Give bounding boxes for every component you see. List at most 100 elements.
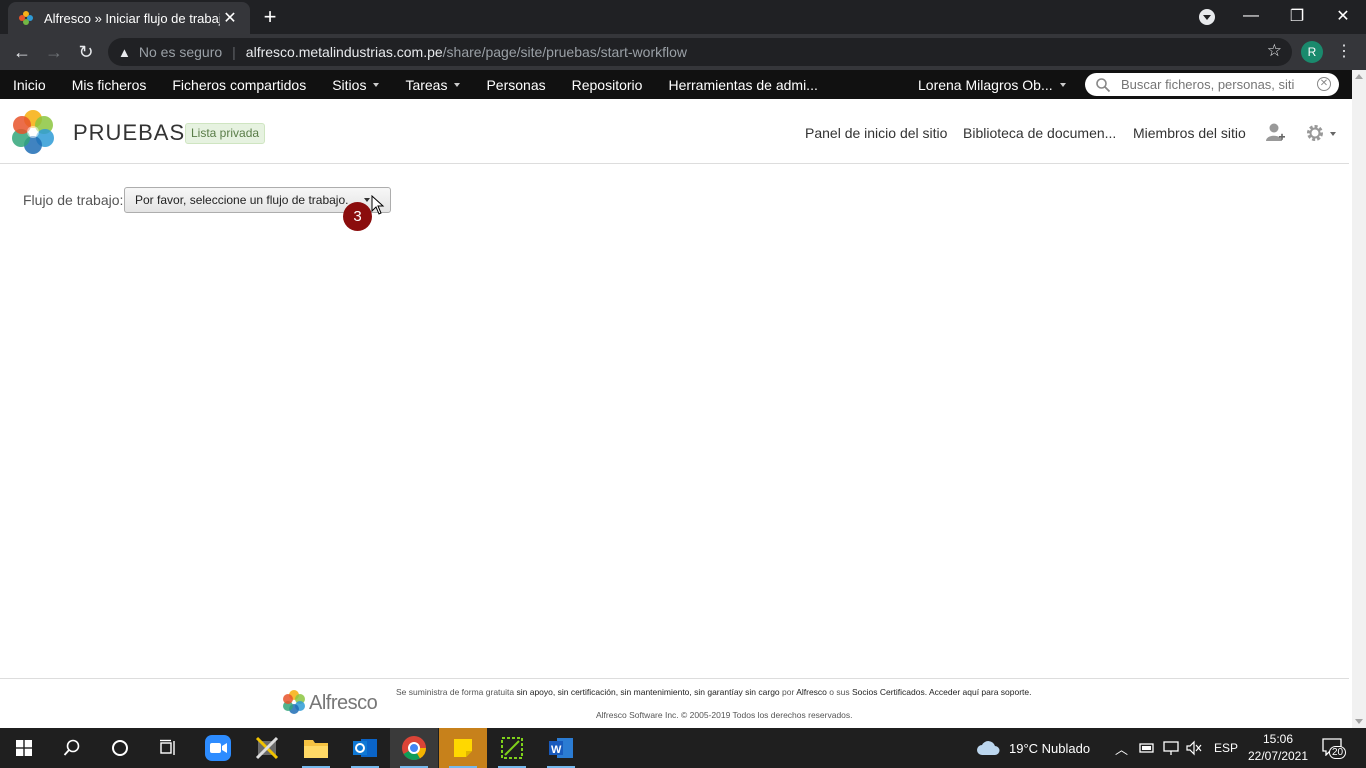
minimize-icon[interactable]: —	[1228, 0, 1274, 32]
window-close-icon[interactable]: ✕	[1320, 0, 1366, 32]
search-icon	[1096, 77, 1111, 92]
footer-text: o sus	[826, 687, 852, 697]
weather-text[interactable]: 19°C Nublado	[1009, 741, 1090, 756]
cortana-icon[interactable]	[96, 728, 144, 768]
forward-icon[interactable]: →	[42, 40, 66, 64]
task-view-icon[interactable]	[144, 728, 192, 768]
scroll-down-icon[interactable]	[1355, 719, 1363, 724]
footer-disclaimer: Se suministra de forma gratuita sin apoy…	[396, 687, 1032, 697]
system-clock[interactable]: 15:06 22/07/2021	[1246, 731, 1310, 765]
visibility-badge: Lista privada	[185, 123, 266, 144]
sticky-notes-icon[interactable]	[439, 728, 487, 768]
footer-alfresco-link[interactable]: Alfresco	[796, 687, 827, 697]
security-label[interactable]: No es seguro	[139, 44, 222, 60]
reload-icon[interactable]: ↻	[74, 40, 98, 64]
browser-tabstrip: Alfresco » Iniciar flujo de trabajo ✕ + …	[0, 0, 1366, 34]
nav-sitios[interactable]: Sitios	[332, 76, 380, 93]
nav-label: Tareas	[405, 76, 448, 93]
windows-taskbar: W 19°C Nublado ︿ ESP 15:06 22/07/2021 20	[0, 728, 1366, 768]
chrome-icon[interactable]	[390, 728, 438, 768]
windows-start-icon[interactable]	[0, 728, 48, 768]
url-path: /share/page/site/pruebas/start-workflow	[442, 44, 688, 60]
site-title[interactable]: PRUEBAS	[73, 120, 185, 146]
nav-mis-ficheros[interactable]: Mis ficheros	[72, 77, 147, 93]
chevron-down-icon	[364, 198, 370, 202]
nav-tareas[interactable]: Tareas	[405, 76, 461, 93]
new-tab-icon[interactable]: +	[258, 6, 282, 28]
footer-support-link[interactable]: Socios Certificados. Acceder aquí para s…	[852, 687, 1032, 697]
nav-inicio[interactable]: Inicio	[13, 77, 46, 93]
nav-label: Sitios	[332, 76, 367, 93]
footer-copyright: Alfresco Software Inc. © 2005-2019 Todos…	[596, 710, 853, 720]
tab-search-icon[interactable]	[1199, 9, 1215, 25]
mouse-cursor-icon	[371, 195, 385, 215]
scroll-up-icon[interactable]	[1355, 74, 1363, 79]
chevron-down-icon	[1059, 82, 1066, 87]
app-navbar: Inicio Mis ficheros Ficheros compartidos…	[0, 70, 1352, 99]
profile-avatar[interactable]: R	[1301, 41, 1323, 63]
browser-toolbar: ← → ↻ ▲ No es seguro | alfresco.metalind…	[0, 34, 1366, 70]
warning-icon[interactable]: ▲	[118, 45, 131, 60]
nav-label: Mis ficheros	[71, 76, 147, 93]
nav-label: Personas	[486, 76, 546, 93]
volume-muted-icon[interactable]	[1186, 740, 1202, 756]
snipping-tool-icon[interactable]	[488, 728, 536, 768]
nav-label: Repositorio	[571, 76, 643, 93]
back-icon[interactable]: ←	[10, 40, 34, 64]
nav-personas[interactable]: Personas	[486, 77, 545, 93]
footer-brand: Alfresco	[309, 692, 378, 714]
svg-text:W: W	[551, 744, 562, 756]
gear-icon[interactable]	[1305, 123, 1325, 143]
nav-herramientas-admin[interactable]: Herramientas de admi...	[668, 77, 817, 93]
nav-label: Ficheros compartidos	[172, 76, 307, 93]
browser-tab[interactable]: Alfresco » Iniciar flujo de trabajo ✕	[8, 2, 250, 34]
step-number-badge: 3	[343, 202, 372, 231]
search-icon[interactable]	[48, 728, 96, 768]
word-icon[interactable]: W	[537, 728, 585, 768]
add-user-icon[interactable]	[1265, 122, 1285, 142]
language-indicator[interactable]: ESP	[1214, 741, 1238, 755]
network-icon[interactable]	[1163, 740, 1179, 756]
page-scrollbar[interactable]	[1352, 70, 1366, 728]
browser-menu-icon[interactable]: ⋮	[1336, 41, 1352, 61]
battery-icon[interactable]	[1139, 741, 1155, 755]
tab-close-icon[interactable]: ✕	[220, 8, 240, 28]
chevron-down-icon[interactable]	[1330, 132, 1336, 136]
workflow-label: Flujo de trabajo:	[23, 192, 124, 208]
chevron-down-icon	[454, 82, 461, 87]
notifications-icon[interactable]: 20	[1322, 738, 1347, 759]
page-footer: Alfresco Se suministra de forma gratuita…	[0, 678, 1349, 728]
file-explorer-icon[interactable]	[292, 728, 340, 768]
restore-icon[interactable]: ❐	[1274, 0, 1320, 32]
tools-app-icon[interactable]	[243, 728, 291, 768]
site-header: PRUEBAS Lista privada Panel de inicio de…	[0, 99, 1349, 164]
clock-time: 15:06	[1262, 732, 1294, 746]
workflow-select-value: Por favor, seleccione un flujo de trabaj…	[135, 193, 349, 207]
chevron-down-icon	[373, 82, 380, 87]
zoom-app-icon[interactable]	[194, 728, 242, 768]
search-input[interactable]	[1121, 77, 1301, 92]
nav-label: Inicio	[13, 76, 46, 93]
outlook-icon[interactable]	[341, 728, 389, 768]
site-nav-members[interactable]: Miembros del sitio	[1133, 125, 1246, 141]
cloud-weather-icon[interactable]	[976, 739, 1000, 757]
clear-search-icon[interactable]: ✕	[1317, 77, 1331, 91]
clock-date: 22/07/2021	[1247, 749, 1309, 763]
user-name: Lorena Milagros Ob...	[918, 76, 1053, 93]
footer-text-strong: sin apoyo, sin certificación, sin manten…	[516, 687, 780, 697]
nav-repositorio[interactable]: Repositorio	[572, 77, 643, 93]
alfresco-footer-logo-icon[interactable]	[281, 689, 307, 715]
bookmark-star-icon[interactable]: ☆	[1267, 41, 1282, 61]
chevron-up-icon[interactable]: ︿	[1115, 739, 1128, 758]
omnibox-divider: |	[232, 44, 236, 60]
footer-text: por	[779, 687, 797, 697]
address-bar[interactable]: ▲ No es seguro | alfresco.metalindustria…	[108, 38, 1292, 66]
alfresco-logo-icon[interactable]	[9, 108, 57, 156]
alfresco-favicon-icon	[19, 11, 33, 25]
site-nav-document-library[interactable]: Biblioteca de documen...	[963, 125, 1116, 141]
nav-label: Herramientas de admi...	[668, 76, 818, 93]
site-nav-dashboard[interactable]: Panel de inicio del sitio	[805, 125, 947, 141]
user-menu[interactable]: Lorena Milagros Ob...	[918, 70, 1066, 99]
nav-ficheros-compartidos[interactable]: Ficheros compartidos	[172, 77, 306, 93]
notification-count: 20	[1329, 746, 1347, 759]
